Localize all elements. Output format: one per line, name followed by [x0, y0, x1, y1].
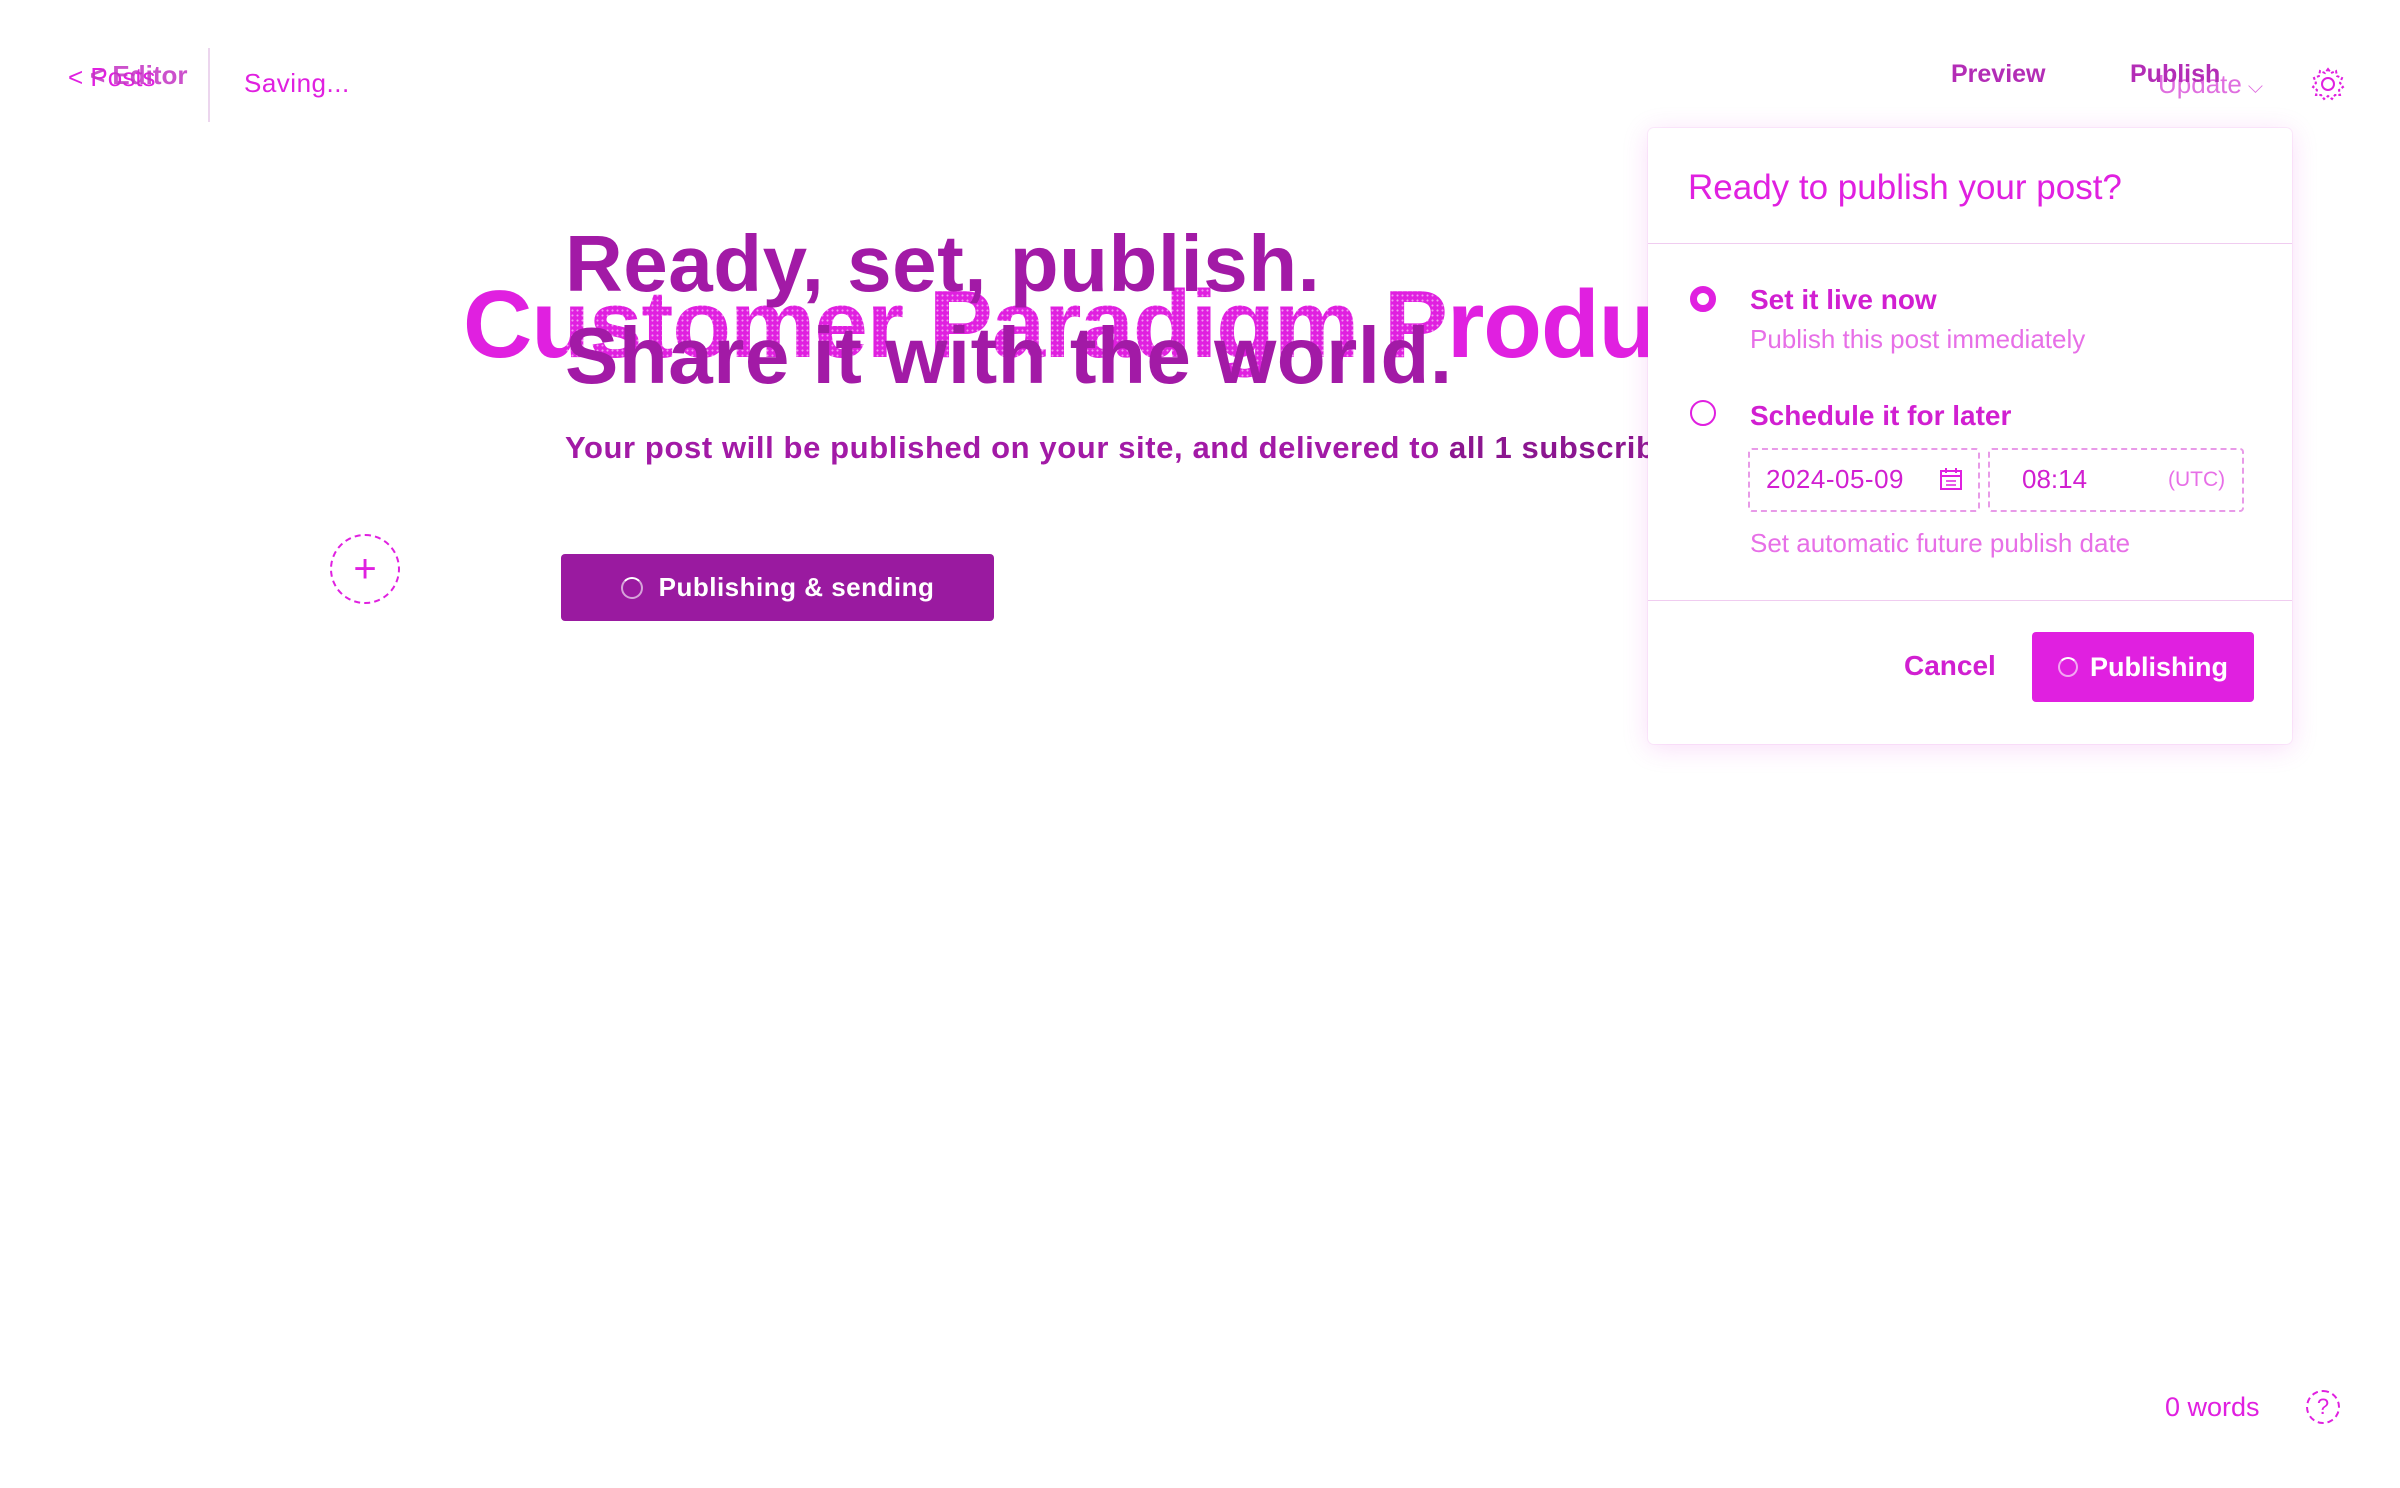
confirm-publish-button[interactable]: Publishing	[2032, 632, 2254, 702]
publish-subline: Your post will be published on your site…	[565, 430, 1696, 466]
radio-set-live-now[interactable]	[1690, 286, 1716, 312]
divider	[1648, 600, 2292, 601]
cancel-button[interactable]: Cancel	[1904, 650, 1996, 682]
chevron-down-icon: ⌵	[2247, 76, 2264, 98]
spinner-icon	[2058, 657, 2078, 677]
option-later-subtitle: Set automatic future publish date	[1750, 528, 2131, 558]
publish-headline: Ready, set, publish. Share it with the w…	[565, 218, 1453, 402]
gear-icon[interactable]	[2310, 66, 2346, 102]
schedule-time-value: 08:14	[2022, 464, 2088, 494]
add-card-button[interactable]: +	[330, 534, 400, 604]
divider	[1648, 243, 2292, 244]
radio-schedule-later[interactable]	[1690, 400, 1716, 426]
option-now-title[interactable]: Set it live now	[1750, 284, 1937, 316]
back-to-editor-link[interactable]: < Editor	[90, 60, 188, 91]
word-count: 0 words	[2165, 1392, 2260, 1422]
publish-button[interactable]: Publish	[2130, 60, 2220, 89]
dropdown-title: Ready to publish your post?	[1688, 168, 2122, 207]
preview-button[interactable]: Preview	[1951, 60, 2046, 89]
help-glyph: ?	[2316, 1394, 2330, 1419]
publishing-and-sending-button[interactable]: Publishing & sending	[561, 554, 994, 621]
spinner-icon	[620, 576, 643, 599]
headline-line-2: Share it with the world.	[565, 311, 1453, 400]
save-status: Saving...	[244, 68, 350, 98]
option-later-title[interactable]: Schedule it for later	[1750, 400, 2011, 432]
option-now-subtitle: Publish this post immediately	[1750, 324, 2086, 354]
calendar-icon[interactable]	[1938, 466, 1964, 492]
help-icon[interactable]: ?	[2306, 1390, 2340, 1424]
plus-icon: +	[353, 546, 377, 591]
confirm-publish-label: Publishing	[2090, 651, 2228, 682]
schedule-date-value: 2024-05-09	[1766, 464, 1904, 494]
headline-line-1: Ready, set, publish.	[565, 219, 1321, 308]
topbar-divider	[208, 48, 210, 122]
publish-dropdown: Ready to publish your post? Set it live …	[1648, 128, 2292, 744]
timezone-label: (UTC)	[2168, 468, 2226, 491]
subline-prefix: Your post will be published on your site…	[565, 430, 1449, 465]
publishing-and-sending-label: Publishing & sending	[658, 572, 935, 602]
